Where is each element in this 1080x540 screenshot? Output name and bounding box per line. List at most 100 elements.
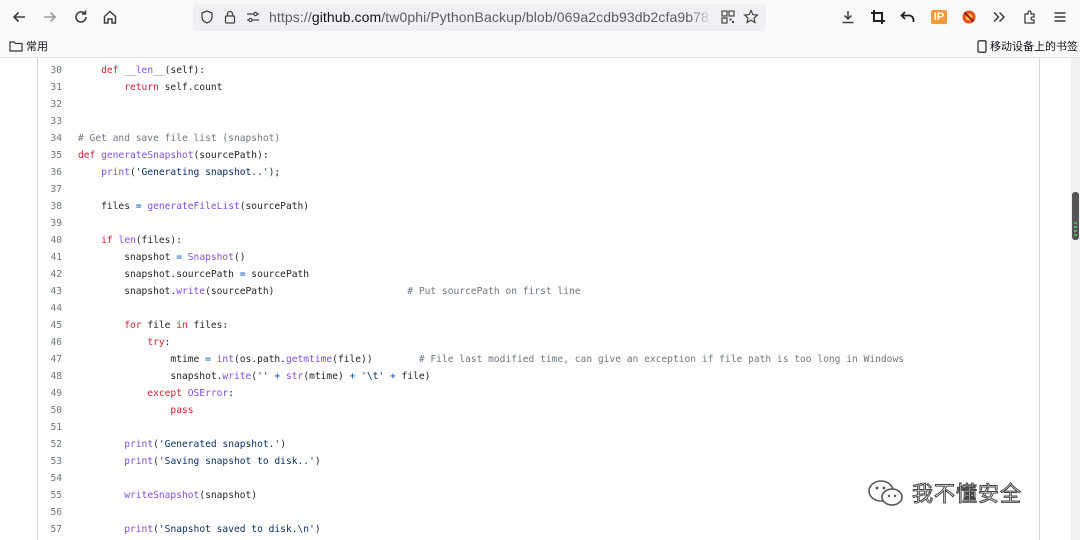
line-number[interactable]: 36 (38, 164, 62, 181)
shield-icon[interactable] (197, 7, 217, 27)
permissions-icon[interactable] (243, 7, 263, 27)
bookmarks-bar: 常用 移动设备上的书签 (0, 34, 1080, 58)
more-tools-chevron-icon[interactable] (987, 5, 1011, 29)
scroll-marker (1074, 234, 1077, 236)
mobile-bookmarks[interactable]: 移动设备上的书签 (977, 38, 1078, 54)
line-number[interactable]: 45 (38, 317, 62, 334)
line-number[interactable]: 40 (38, 232, 62, 249)
code-line: 44 (38, 300, 1038, 317)
line-number[interactable]: 30 (38, 62, 62, 79)
back-icon[interactable] (7, 5, 31, 29)
home-icon[interactable] (98, 5, 122, 29)
line-number[interactable]: 31 (38, 79, 62, 96)
code-line: 34 # Get and save file list (snapshot) (38, 130, 1038, 147)
line-number[interactable]: 53 (38, 453, 62, 470)
code-text: print('Snapshot saved to disk.\n') (124, 524, 321, 535)
browser-toolbar: https://github.com/tw0phi/PythonBackup/b… (0, 0, 1080, 34)
code-text: snapshot = Snapshot() (78, 252, 246, 263)
undo-icon[interactable] (896, 5, 920, 29)
url-fade (689, 7, 713, 27)
line-number[interactable]: 37 (38, 181, 62, 198)
code-line: 30 def __len__(self): (38, 62, 1038, 79)
watermark-text: 我不懂安全 (912, 482, 1022, 507)
line-number[interactable]: 52 (38, 436, 62, 453)
scrollbar-thumb[interactable] (1072, 192, 1079, 240)
url-host: github.com (311, 9, 382, 25)
code-line: 42 snapshot.sourcePath = sourcePath (38, 266, 1038, 283)
reload-icon[interactable] (69, 5, 93, 29)
bookmark-star-icon[interactable] (741, 7, 761, 27)
hamburger-menu-icon[interactable] (1048, 5, 1072, 29)
line-number[interactable]: 32 (38, 96, 62, 113)
line-number[interactable]: 38 (38, 198, 62, 215)
mobile-bookmarks-label: 移动设备上的书签 (990, 41, 1078, 53)
page-scrollbar[interactable] (1071, 58, 1080, 540)
bookmark-folder-frequent[interactable]: 常用 (9, 38, 48, 54)
code-line: 50 pass (38, 402, 1038, 419)
line-number[interactable]: 42 (38, 266, 62, 283)
extensions-puzzle-icon[interactable] (1018, 5, 1042, 29)
line-number[interactable]: 56 (38, 504, 62, 521)
lock-icon[interactable] (220, 7, 240, 27)
scroll-marker (1074, 230, 1077, 232)
code-text: try: (147, 337, 171, 348)
line-number[interactable]: 51 (38, 419, 62, 436)
code-line: 31 return self.count (38, 79, 1038, 96)
code-line: 53 print('Saving snapshot to disk..') (38, 453, 1038, 470)
code-text: print('Generated snapshot.') (124, 439, 286, 450)
code-line: 47 mtime = int(os.path.getmtime(file)) #… (38, 351, 1038, 368)
code-text: if len(files): (101, 235, 182, 246)
code-line: 40 if len(files): (38, 232, 1038, 249)
code-text: print('Generating snapshot..'); (101, 167, 281, 178)
code-line: 48 snapshot.write('' + str(mtime) + '\t'… (38, 368, 1038, 385)
code-line: 49 except OSError: (38, 385, 1038, 402)
line-number[interactable]: 41 (38, 249, 62, 266)
code-text: snapshot.write(sourcePath) # Put sourceP… (78, 286, 581, 297)
line-number[interactable]: 35 (38, 147, 62, 164)
blocker-extension-icon[interactable] (957, 5, 981, 29)
code-line: 32 (38, 96, 1038, 113)
code-line: 38 files = generateFileList(sourcePath) (38, 198, 1038, 215)
line-number[interactable]: 48 (38, 368, 62, 385)
code-text: snapshot.sourcePath = sourcePath (78, 269, 310, 280)
code-line: 52 print('Generated snapshot.') (38, 436, 1038, 453)
downloads-icon[interactable] (836, 5, 860, 29)
line-number[interactable]: 34 (38, 130, 62, 147)
wechat-logo-icon (868, 480, 903, 506)
code-text: except OSError: (147, 388, 234, 399)
qr-code-icon[interactable] (718, 7, 738, 27)
code-line: 36 print('Generating snapshot..'); (38, 164, 1038, 181)
url-text[interactable]: https://github.com/tw0phi/PythonBackup/b… (269, 9, 709, 25)
watermark: 我不懂安全 (866, 478, 1022, 508)
line-number[interactable]: 46 (38, 334, 62, 351)
line-number[interactable]: 50 (38, 402, 62, 419)
code-text: for file in files: (124, 320, 229, 331)
folder-icon (9, 41, 23, 52)
line-number[interactable]: 33 (38, 113, 62, 130)
crop-icon[interactable] (866, 5, 890, 29)
page-content: 2930 def __len__(self):31 return self.co… (0, 58, 1080, 540)
code-text: # Get and save file list (snapshot) (78, 133, 281, 144)
code-line: 45 for file in files: (38, 317, 1038, 334)
line-number[interactable]: 44 (38, 300, 62, 317)
address-bar[interactable]: https://github.com/tw0phi/PythonBackup/b… (193, 4, 766, 31)
scroll-marker (1074, 222, 1077, 224)
code-line: 37 (38, 181, 1038, 198)
code-text: return self.count (124, 82, 223, 93)
line-number[interactable]: 49 (38, 385, 62, 402)
line-number[interactable]: 57 (38, 521, 62, 538)
line-number[interactable]: 43 (38, 283, 62, 300)
code-line: 51 (38, 419, 1038, 436)
line-number[interactable]: 39 (38, 215, 62, 232)
ip-extension-icon[interactable]: IP (927, 5, 951, 29)
line-number[interactable]: 47 (38, 351, 62, 368)
code-line: 46 try: (38, 334, 1038, 351)
code-text: def __len__(self): (101, 65, 206, 76)
forward-icon[interactable] (38, 5, 62, 29)
code-line: 43 snapshot.write(sourcePath) # Put sour… (38, 283, 1038, 300)
code-text: files = generateFileList(sourcePath) (78, 201, 310, 212)
line-number[interactable]: 55 (38, 487, 62, 504)
url-scheme: https:// (269, 9, 312, 25)
line-number[interactable]: 54 (38, 470, 62, 487)
code-text: def generateSnapshot(sourcePath): (78, 150, 269, 161)
